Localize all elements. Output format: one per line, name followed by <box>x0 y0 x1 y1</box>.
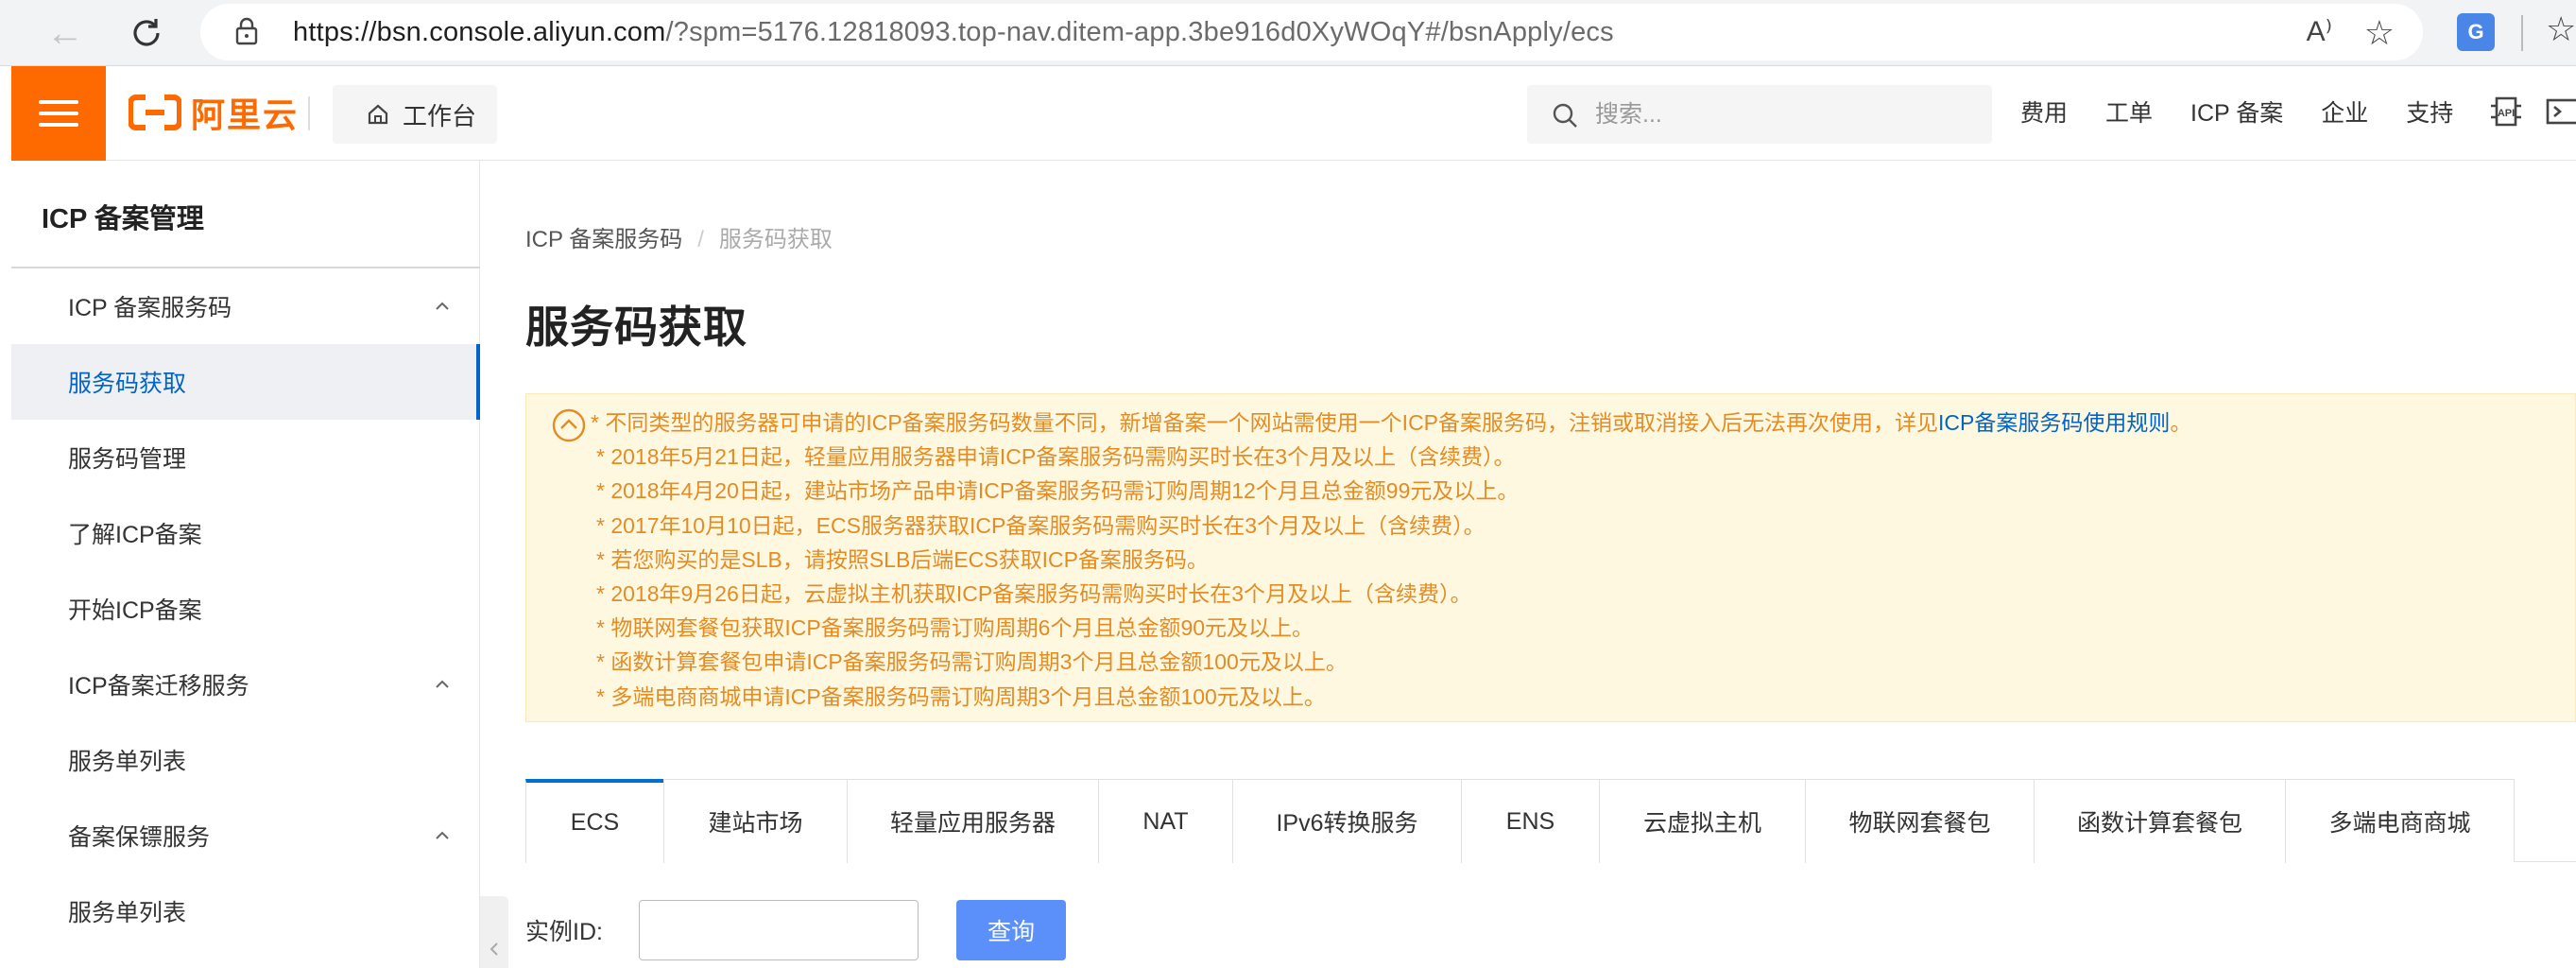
notice-line: * 函数计算套餐包申请ICP备案服务码需订购周期3个月且总金额100元及以上。 <box>596 649 1348 675</box>
notice-line: * 若您购买的是SLB，请按照SLB后端ECS获取ICP备案服务码。 <box>596 546 1209 572</box>
notice-line: * 2018年4月20日起，建站市场产品申请ICP备案服务码需订购周期12个月且… <box>596 478 1520 504</box>
logo-divider <box>308 96 310 130</box>
hamburger-menu-button[interactable] <box>11 66 106 161</box>
nav-link-support[interactable]: 支持 <box>2406 95 2453 129</box>
chevron-up-icon <box>436 831 449 839</box>
sidebar-item-label: 服务单列表 <box>68 900 187 926</box>
instance-id-input[interactable] <box>639 900 919 960</box>
sidebar: ICP 备案管理 ICP 备案服务码 服务码获取 服务码管理 了解ICP备案 开… <box>11 161 480 968</box>
notice-line: * 物联网套餐包获取ICP备案服务码需订购周期6个月且总金额90元及以上。 <box>596 615 1314 641</box>
chevron-up-icon <box>436 680 449 688</box>
notice-line: * 多端电商商城申请ICP备案服务码需订购周期3个月且总金额100元及以上。 <box>596 683 1326 709</box>
breadcrumb-separator: / <box>697 227 704 252</box>
tab-site-market[interactable]: 建站市场 <box>663 780 847 863</box>
sidebar-item-label: ICP 备案服务码 <box>68 295 232 321</box>
top-nav-links: 费用 工单 ICP 备案 企业 支持 <box>2020 95 2491 129</box>
collapse-notice-icon[interactable] <box>551 407 587 443</box>
sidebar-item-label: ICP备案迁移服务 <box>68 673 249 700</box>
nav-link-billing[interactable]: 费用 <box>2020 95 2068 129</box>
tab-iot-package[interactable]: 物联网套餐包 <box>1805 780 2034 863</box>
chevron-up-icon <box>436 302 449 310</box>
browser-toolbar: ← https://bsn.console.aliyun.com/?spm=51… <box>0 0 2576 66</box>
logo-text: 阿里云 <box>191 95 300 134</box>
url-path: /?spm=5176.12818093.top-nav.ditem-app.3b… <box>665 17 1614 47</box>
sidebar-item-label: 了解ICP备案 <box>68 522 202 548</box>
notice-line: * 2018年5月21日起，轻量应用服务器申请ICP备案服务码需购买时长在3个月… <box>596 444 1516 470</box>
svg-text:API: API <box>2498 108 2515 119</box>
sidebar-group-icp-migration[interactable]: ICP备案迁移服务 <box>11 647 480 722</box>
sidebar-item-label: 服务码管理 <box>68 446 187 473</box>
breadcrumb-parent[interactable]: ICP 备案服务码 <box>525 227 682 252</box>
sidebar-item-start-icp[interactable]: 开始ICP备案 <box>11 571 480 647</box>
read-aloud-icon[interactable]: A⁾ <box>2307 15 2332 48</box>
product-tabs: ECS 建站市场 轻量应用服务器 NAT IPv6转换服务 ENS 云虚拟主机 … <box>525 779 2515 863</box>
notice-line-end: 。 <box>2170 410 2192 435</box>
query-button[interactable]: 查询 <box>956 900 1066 960</box>
toolbar-divider <box>2521 15 2523 51</box>
chevron-left-icon <box>489 942 498 956</box>
nav-link-icp[interactable]: ICP 备案 <box>2190 95 2283 129</box>
workbench-button[interactable]: 工作台 <box>333 85 497 144</box>
notice-panel: * 不同类型的服务器可申请的ICP备案服务码数量不同，新增备案一个网站需使用一个… <box>525 393 2576 722</box>
sidebar-item-get-service-code[interactable]: 服务码获取 <box>11 344 480 420</box>
search-input[interactable] <box>1595 95 1973 134</box>
tab-nat[interactable]: NAT <box>1098 780 1232 863</box>
favorites-icon[interactable]: ☆ <box>2546 9 2576 49</box>
api-icon[interactable]: API <box>2487 93 2525 130</box>
sidebar-title: ICP 备案管理 <box>42 204 204 234</box>
sidebar-item-label: 备案保镖服务 <box>68 824 211 851</box>
terminal-icon[interactable] <box>2544 93 2576 130</box>
breadcrumb: ICP 备案服务码 / 服务码获取 <box>525 220 833 253</box>
sidebar-item-guard-orders[interactable]: 服务单列表 <box>11 873 480 949</box>
address-bar[interactable]: https://bsn.console.aliyun.com/?spm=5176… <box>200 4 2423 60</box>
sidebar-collapse-handle[interactable] <box>480 896 508 968</box>
service-code-rules-link[interactable]: ICP备案服务码使用规则 <box>1938 410 2170 435</box>
console-top-nav: 阿里云 工作台 费用 工单 ICP 备案 企业 支持 API <box>11 66 2576 161</box>
refresh-icon[interactable] <box>121 8 172 59</box>
tab-ipv6-translation[interactable]: IPv6转换服务 <box>1232 780 1461 863</box>
notice-lines: * 不同类型的服务器可申请的ICP备案服务码数量不同，新增备案一个网站需使用一个… <box>591 406 2191 714</box>
url-text[interactable]: https://bsn.console.aliyun.com/?spm=5176… <box>293 17 1614 48</box>
instance-id-label: 实例ID: <box>525 919 603 945</box>
tab-ecs[interactable]: ECS <box>525 779 663 863</box>
sidebar-item-label: 开始ICP备案 <box>68 597 202 624</box>
notice-line: * 不同类型的服务器可申请的ICP备案服务码数量不同，新增备案一个网站需使用一个… <box>591 406 2191 440</box>
tab-virtual-host[interactable]: 云虚拟主机 <box>1599 780 1805 863</box>
home-icon <box>368 104 388 125</box>
page-title: 服务码获取 <box>525 302 747 352</box>
back-arrow-icon[interactable]: ← <box>40 8 91 59</box>
sidebar-group-icp-guard[interactable]: 备案保镖服务 <box>11 798 480 873</box>
notice-line-text: * 不同类型的服务器可申请的ICP备案服务码数量不同，新增备案一个网站需使用一个… <box>591 410 1939 435</box>
search-icon <box>1553 103 1577 128</box>
sidebar-item-label: 服务单列表 <box>68 749 187 775</box>
translate-extension-icon[interactable]: G <box>2457 13 2495 51</box>
workbench-label: 工作台 <box>403 101 477 130</box>
sidebar-item-migration-orders[interactable]: 服务单列表 <box>11 722 480 798</box>
notice-line: * 2017年10月10日起，ECS服务器获取ICP备案服务码需购买时长在3个月… <box>596 512 1485 538</box>
nav-link-tickets[interactable]: 工单 <box>2105 95 2153 129</box>
sidebar-item-manage-service-code[interactable]: 服务码管理 <box>11 420 480 495</box>
notice-line: * 2018年9月26日起，云虚拟主机获取ICP备案服务码需购买时长在3个月及以… <box>596 581 1472 607</box>
tab-function-compute-package[interactable]: 函数计算套餐包 <box>2034 780 2285 863</box>
sidebar-group-icp-service-code[interactable]: ICP 备案服务码 <box>11 268 480 344</box>
tab-ens[interactable]: ENS <box>1461 780 1599 863</box>
nav-link-enterprise[interactable]: 企业 <box>2321 95 2368 129</box>
sidebar-item-label: 服务码获取 <box>68 371 187 397</box>
sidebar-item-learn-icp[interactable]: 了解ICP备案 <box>11 495 480 571</box>
add-favorite-icon[interactable]: ☆ <box>2364 13 2395 53</box>
tab-lightweight-server[interactable]: 轻量应用服务器 <box>847 780 1098 863</box>
aliyun-logo[interactable]: 阿里云 <box>129 91 299 134</box>
search-box[interactable] <box>1527 85 1992 144</box>
tab-multi-end-ecommerce[interactable]: 多端电商商城 <box>2285 780 2514 863</box>
url-domain: https://bsn.console.aliyun.com <box>293 17 666 47</box>
breadcrumb-current: 服务码获取 <box>718 227 833 252</box>
aliyun-logo-icon <box>129 95 181 130</box>
lock-icon[interactable] <box>234 17 259 45</box>
